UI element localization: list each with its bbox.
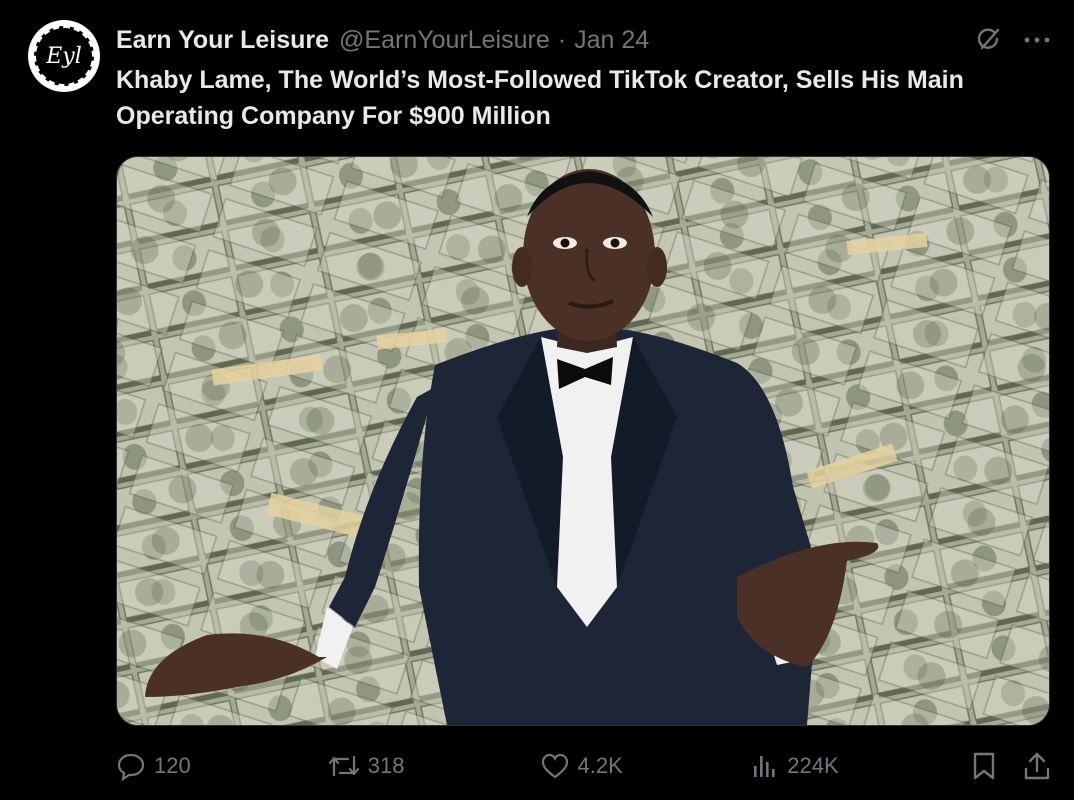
more-icon[interactable] [1024,36,1050,44]
post-header: Earn Your Leisure @EarnYourLeisure · Jan… [116,24,1050,56]
share-icon[interactable] [1023,751,1051,781]
repost-count: 318 [367,753,405,778]
avatar-logo: Eyl [34,26,94,86]
post-text: Khaby Lame, The World’s Most-Followed Ti… [116,66,964,130]
like-button[interactable]: 4.2K [540,752,752,780]
views-button[interactable]: 224K [751,752,971,780]
post-image[interactable] [116,156,1050,726]
secondary-actions [971,751,1051,781]
like-count: 4.2K [577,753,623,778]
author-name[interactable]: Earn Your Leisure [116,26,329,55]
reply-button[interactable]: 120 [116,751,328,781]
reply-icon [117,753,145,781]
bookmark-icon[interactable] [971,751,997,781]
avatar[interactable]: Eyl [28,20,100,92]
grok-icon[interactable] [974,26,1002,54]
post-date[interactable]: Jan 24 [574,26,649,55]
author-handle[interactable]: @EarnYourLeisure [339,26,550,55]
photo-person-in-tuxedo-with-money [117,157,1049,725]
avatar-logo-text: Eyl [46,43,82,69]
repost-button[interactable]: 318 [328,751,540,781]
separator-dot: · [557,25,567,54]
views-count: 224K [787,753,839,778]
reply-count: 120 [154,753,191,778]
heart-icon [541,753,568,779]
views-icon [754,756,775,777]
header-actions [974,26,1050,54]
repost-icon [328,755,359,777]
post-actions: 120 318 4.2K 224K [116,748,1051,784]
